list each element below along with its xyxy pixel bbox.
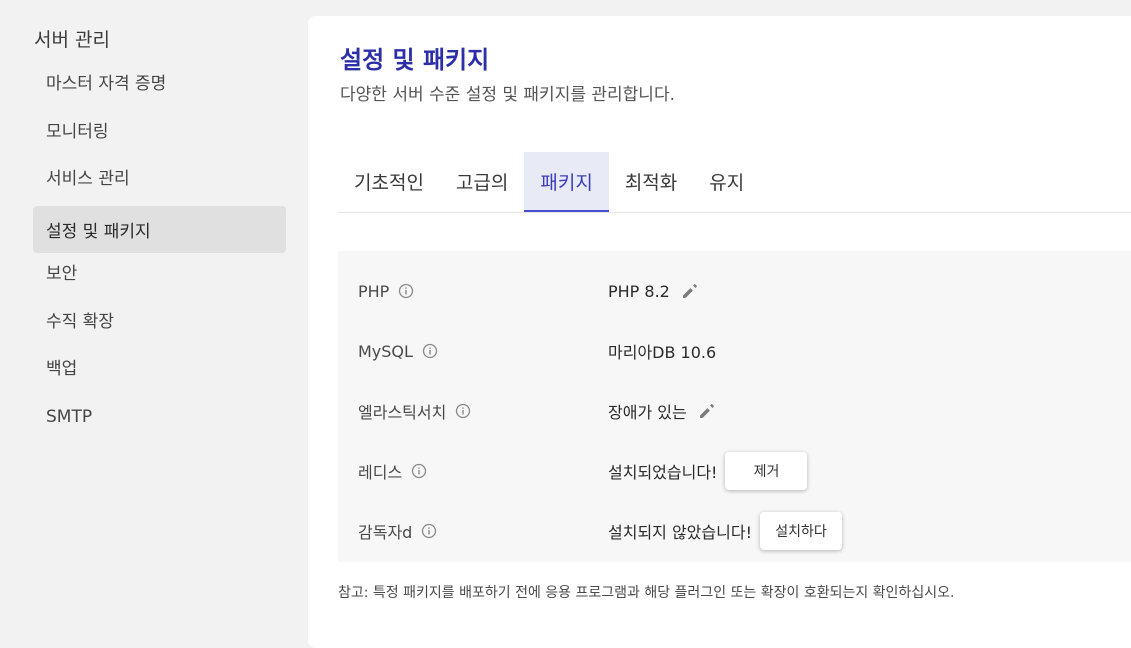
compatibility-note: 참고: 특정 패키지를 배포하기 전에 응용 프로그램과 해당 플러그인 또는 … [338, 585, 955, 601]
sidebar-item-label: 백업 [46, 359, 78, 379]
sidebar-item-monitoring[interactable]: 모니터링 [33, 106, 286, 153]
package-row-elasticsearch: 엘라스틱서치 장애가 있는 [338, 381, 1131, 441]
sidebar-item-label: 수직 확장 [46, 312, 114, 332]
info-icon[interactable] [411, 463, 427, 479]
sidebar: 서버 관리 마스터 자격 증명 모니터링 서비스 관리 설정 및 패키지 보안 … [0, 0, 300, 648]
sidebar-item-backup[interactable]: 백업 [33, 343, 286, 390]
sidebar-item-label: 보안 [46, 264, 78, 284]
tab-optimization[interactable]: 최적화 [609, 152, 693, 212]
package-label: PHP [358, 281, 390, 301]
sidebar-item-label: 마스터 자격 증명 [46, 74, 167, 94]
sidebar-item-settings-packages[interactable]: 설정 및 패키지 [33, 206, 286, 253]
package-value: 설치되었습니다! [608, 463, 718, 482]
remove-button[interactable]: 제거 [725, 452, 808, 490]
sidebar-item-label: SMTP [46, 406, 93, 427]
sidebar-item-label: 설정 및 패키지 [46, 222, 151, 242]
sidebar-item-smtp[interactable]: SMTP [33, 393, 286, 440]
sidebar-title: 서버 관리 [34, 29, 110, 51]
pencil-icon[interactable] [680, 281, 700, 301]
package-row-supervisord: 감독자d 설치되지 않았습니다! 설치하다 [338, 501, 1131, 561]
sidebar-item-label: 서비스 관리 [46, 169, 130, 189]
sidebar-item-service-management[interactable]: 서비스 관리 [33, 153, 286, 200]
package-label: 레디스 [358, 463, 403, 482]
main-card: 설정 및 패키지 다양한 서버 수준 설정 및 패키지를 관리합니다. 기초적인… [308, 16, 1131, 648]
package-value: 마리아DB 10.6 [608, 343, 717, 362]
package-row-redis: 레디스 설치되었습니다! 제거 [338, 441, 1131, 501]
packages-panel: PHP PHP 8.2 MySQL 마리아DB 10.6 엘라스틱서치 장애가 … [338, 251, 1131, 562]
sidebar-item-security[interactable]: 보안 [33, 248, 286, 295]
info-icon[interactable] [421, 523, 437, 539]
package-value: 설치되지 않았습니다! [608, 523, 752, 542]
package-label: 엘라스틱서치 [358, 403, 447, 422]
sidebar-item-label: 모니터링 [46, 122, 109, 142]
info-icon[interactable] [398, 283, 414, 299]
page-subtitle: 다양한 서버 수준 설정 및 패키지를 관리합니다. [340, 85, 675, 105]
tab-maintenance[interactable]: 유지 [693, 152, 760, 212]
sidebar-item-vertical-scaling[interactable]: 수직 확장 [33, 296, 286, 343]
pencil-icon[interactable] [697, 401, 717, 421]
info-icon[interactable] [422, 343, 438, 359]
page-title: 설정 및 패키지 [340, 46, 490, 74]
install-button[interactable]: 설치하다 [759, 512, 842, 550]
package-row-mysql: MySQL 마리아DB 10.6 [338, 321, 1131, 381]
package-value: PHP 8.2 [608, 281, 670, 301]
package-value: 장애가 있는 [608, 403, 687, 422]
tab-basic[interactable]: 기초적인 [338, 152, 440, 212]
info-icon[interactable] [455, 403, 471, 419]
tab-packages[interactable]: 패키지 [524, 152, 609, 212]
package-label: 감독자d [358, 523, 413, 542]
tab-advanced[interactable]: 고급의 [440, 152, 524, 212]
package-label: MySQL [358, 341, 413, 361]
tab-bar: 기초적인 고급의 패키지 최적화 유지 [338, 152, 1131, 213]
sidebar-item-master-credentials[interactable]: 마스터 자격 증명 [33, 58, 286, 105]
package-row-php: PHP PHP 8.2 [338, 261, 1131, 321]
